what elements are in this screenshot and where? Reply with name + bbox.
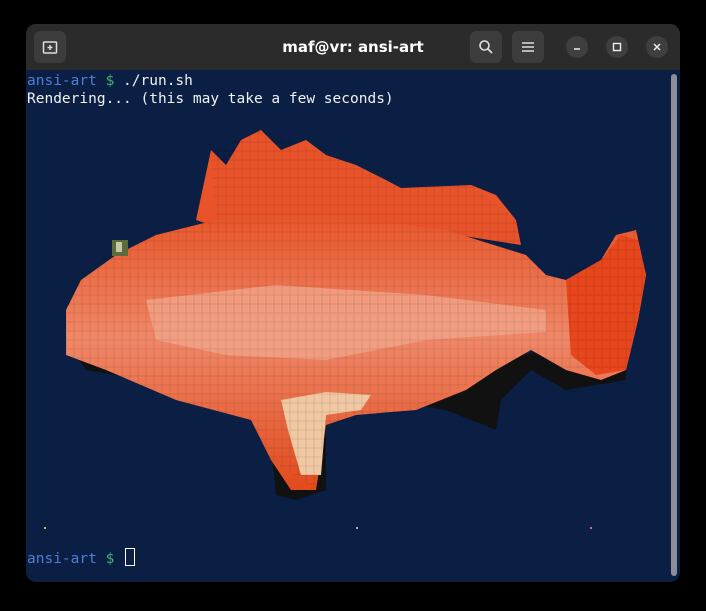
ansi-fish-art (44, 130, 646, 529)
maximize-button[interactable] (606, 36, 628, 58)
scrollbar[interactable] (671, 74, 677, 576)
close-button[interactable] (646, 36, 668, 58)
menu-button[interactable] (512, 31, 544, 63)
title-bar[interactable]: maf@vr: ansi-art (26, 24, 680, 70)
close-icon (653, 43, 661, 51)
minimize-button[interactable] (566, 36, 588, 58)
search-button[interactable] (470, 31, 502, 63)
hamburger-menu-icon (522, 42, 534, 52)
maximize-icon (612, 42, 622, 52)
terminal-window: maf@vr: ansi-art ansi-art $ ./run.sh Ren… (26, 24, 680, 582)
search-icon (479, 40, 493, 54)
minimize-icon (574, 48, 580, 50)
